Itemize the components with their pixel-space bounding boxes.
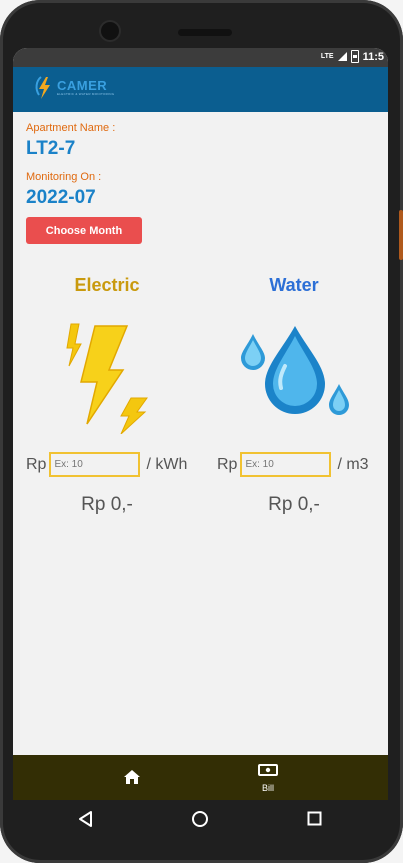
water-icon-wrap <box>239 326 351 427</box>
logo-bolt-icon <box>35 76 50 99</box>
status-icons: LTE 11:5 <box>321 50 384 63</box>
electric-rate-row: Rp / kWh <box>26 452 187 477</box>
choose-month-button[interactable]: Choose Month <box>26 217 142 244</box>
home-icon <box>124 770 140 784</box>
bill-icon <box>258 764 278 776</box>
front-camera <box>101 22 119 40</box>
bottom-navigation: Bill <box>13 755 388 800</box>
water-rate-input[interactable] <box>240 452 332 477</box>
water-rate-row: Rp / m3 <box>217 452 369 477</box>
phone-top-bezel <box>0 0 403 50</box>
app-screen: LTE 11:5 CAMER ELECTRIC & WATER MONITORI… <box>13 48 388 800</box>
system-navigation <box>0 800 403 840</box>
apartment-value: LT2-7 <box>26 138 76 159</box>
status-time: 11:5 <box>362 50 384 63</box>
status-bar: LTE 11:5 <box>13 48 388 67</box>
phone-frame: LTE 11:5 CAMER ELECTRIC & WATER MONITORI… <box>0 0 403 863</box>
water-currency: Rp <box>217 455 238 473</box>
electric-rate-input[interactable] <box>49 452 141 477</box>
apartment-label: Apartment Name : <box>26 122 116 134</box>
water-title: Water <box>269 275 319 295</box>
water-total: Rp 0,- <box>268 494 320 515</box>
lightning-icon <box>66 323 148 435</box>
recents-icon[interactable] <box>306 810 324 828</box>
back-icon[interactable] <box>77 810 95 828</box>
side-button <box>399 210 403 260</box>
battery-icon <box>350 50 359 63</box>
network-type: LTE <box>320 52 334 60</box>
electric-unit: / kWh <box>146 455 188 473</box>
water-drops-icon <box>241 326 349 415</box>
nav-item-home[interactable] <box>92 755 172 800</box>
logo-text: CAMER <box>57 78 108 93</box>
electric-icon-wrap <box>65 320 149 439</box>
app-logo: CAMER ELECTRIC & WATER MONITORING <box>33 75 114 101</box>
electric-currency: Rp <box>26 455 47 473</box>
monitoring-value: 2022-07 <box>26 187 96 208</box>
app-bar: CAMER ELECTRIC & WATER MONITORING <box>13 67 388 112</box>
signal-icon <box>337 52 347 61</box>
logo-subtext: ELECTRIC & WATER MONITORING <box>57 92 115 96</box>
electric-total: Rp 0,- <box>81 494 133 515</box>
home-circle-icon[interactable] <box>191 810 209 828</box>
water-unit: / m3 <box>337 455 369 473</box>
electric-title: Electric <box>74 275 140 295</box>
nav-item-bill[interactable]: Bill <box>228 755 308 800</box>
earpiece-speaker <box>178 29 232 36</box>
monitoring-label: Monitoring On : <box>26 171 102 183</box>
nav-label-bill: Bill <box>261 783 274 793</box>
